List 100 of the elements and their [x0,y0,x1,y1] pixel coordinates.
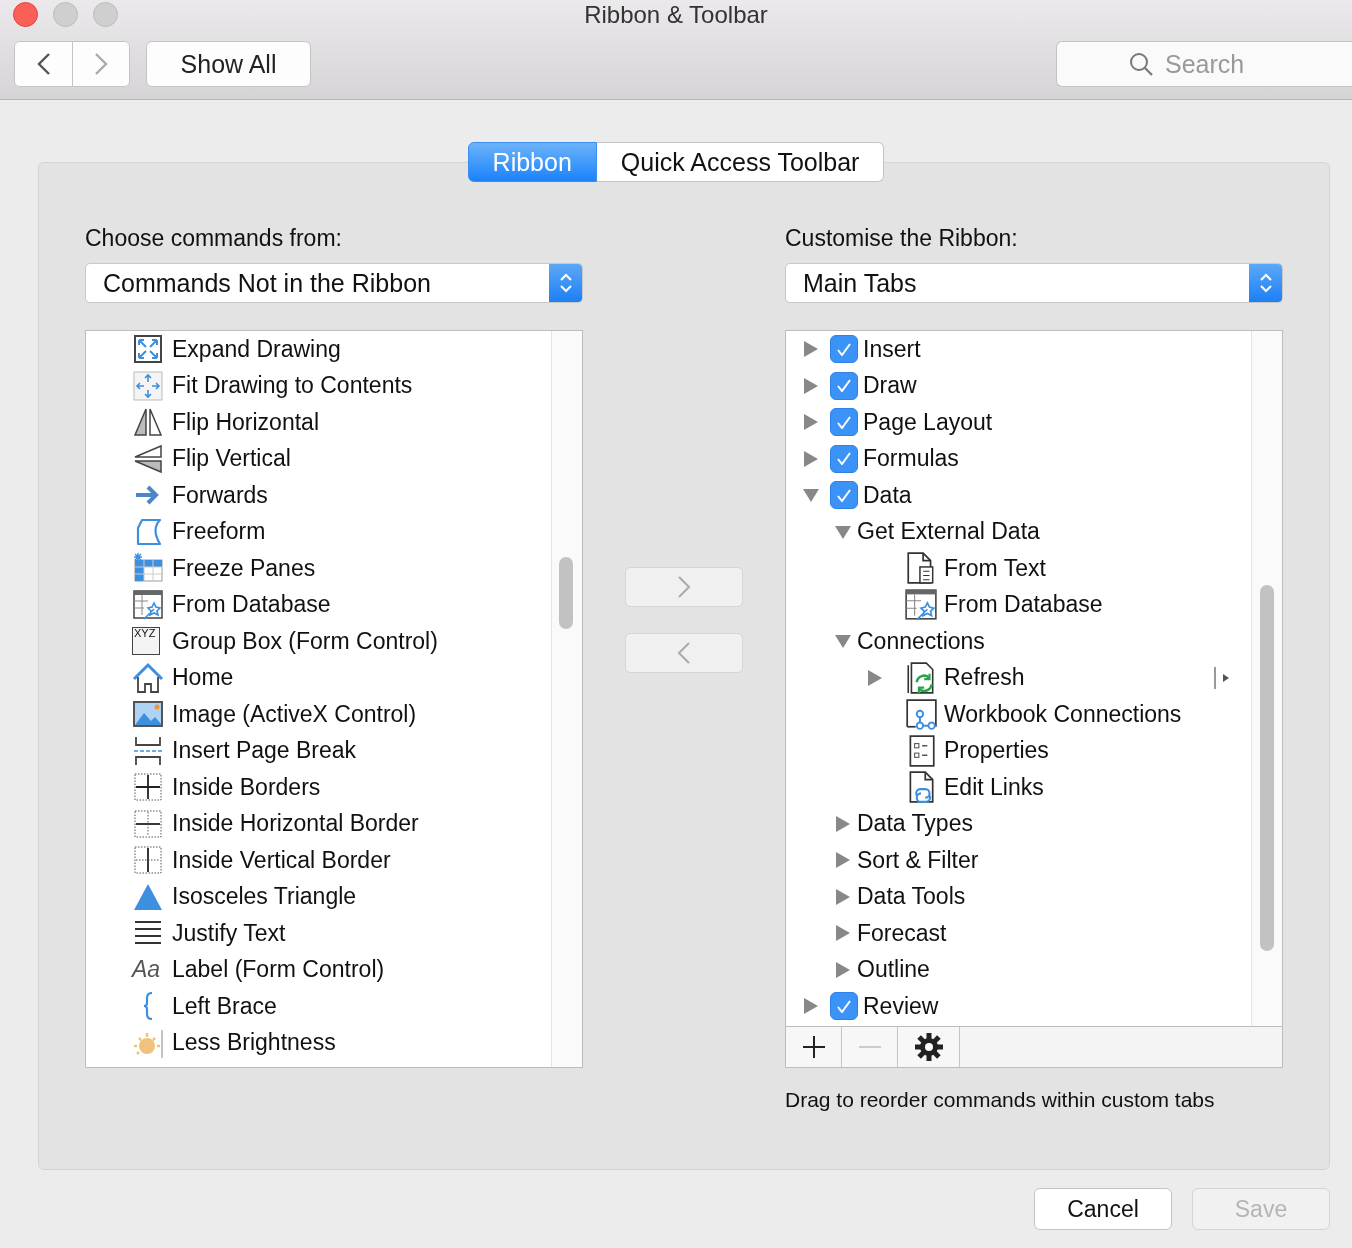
gear-icon [913,1032,944,1062]
checkbox[interactable] [830,481,858,510]
freeze-panes-icon [132,552,164,585]
checkbox[interactable] [830,444,858,473]
customise-ribbon-label: Customise the Ribbon: [785,225,1019,253]
command-item[interactable]: Justify Text [86,915,551,952]
command-item[interactable]: Less Brightness [86,1024,551,1061]
checkmark-icon [837,452,851,466]
command-item[interactable]: Left Brace [86,988,551,1025]
close-button[interactable] [13,2,38,27]
horizontal-border-icon [132,807,164,840]
tree-item[interactable]: Sort & Filter [786,842,1251,879]
tree-item[interactable]: Draw [786,367,1251,404]
commands-dropdown[interactable]: Commands Not in the Ribbon [85,263,583,303]
command-item[interactable]: Aa Label (Form Control) [86,951,551,988]
expand-arrows-icon [132,333,164,366]
tree-item[interactable]: Data Tools [786,878,1251,915]
vertical-border-icon [132,844,164,877]
command-item[interactable]: Freeze Panes [86,550,551,587]
command-item[interactable]: Inside Horizontal Border [86,805,551,842]
page-break-icon [132,734,164,767]
brace-icon [143,992,153,1021]
checkmark-icon [837,415,851,429]
checkbox[interactable] [830,992,858,1021]
tree-item[interactable]: Workbook Connections [786,696,1251,733]
command-item[interactable]: Image (ActiveX Control) [86,696,551,733]
command-item[interactable]: Fit Drawing to Contents [86,367,551,404]
scrollbar-thumb[interactable] [1260,585,1274,951]
plus-icon [800,1034,827,1060]
label-icon: Aa [132,956,161,984]
tree-item[interactable]: Review [786,988,1251,1025]
tree-item[interactable]: Get External Data [786,513,1251,550]
tree-item[interactable]: Insert [786,331,1251,368]
group-box-icon: XYZ [132,627,160,656]
commands-from-label: Choose commands from: [85,225,343,253]
checkmark-icon [837,999,851,1013]
window-title: Ribbon & Toolbar [584,0,768,30]
checkmark-icon [837,379,851,393]
command-item[interactable]: From Database [86,586,551,623]
connections-icon [904,697,938,732]
tree-item[interactable]: Outline [786,951,1251,988]
fit-arrows-icon [132,369,164,402]
disclosure-triangle-icon[interactable] [834,924,852,943]
disclosure-triangle-icon[interactable] [834,960,852,979]
tree-item[interactable]: Forecast [786,915,1251,952]
stepper-icon [549,264,582,302]
checkbox[interactable] [830,408,858,437]
inside-borders-icon [132,771,164,804]
tree-item[interactable]: Edit Links [786,769,1251,806]
disclosure-triangle-icon[interactable] [802,340,820,359]
table-wand-icon [904,587,938,622]
show-all-button[interactable]: Show All [146,41,311,87]
tree-item[interactable]: Data Types [786,805,1251,842]
left-chevron-icon [677,641,691,665]
tree-item[interactable]: From Text [786,550,1251,587]
forward-chevron-icon [94,52,108,76]
search-icon [1128,51,1154,77]
disclosure-triangle-icon[interactable] [866,668,884,687]
tree-item[interactable]: Data [786,477,1251,514]
command-item[interactable]: Forwards [86,477,551,514]
scrollbar-thumb[interactable] [559,557,573,629]
flip-horizontal-icon [132,406,164,439]
command-item[interactable]: Isosceles Triangle [86,878,551,915]
search-field[interactable]: Search [1056,41,1352,87]
command-item[interactable]: Inside Borders [86,769,551,806]
checkmark-icon [837,488,851,502]
tabs-dropdown[interactable]: Main Tabs [785,263,1283,303]
tree-item[interactable]: Refresh [786,659,1251,696]
dialog-button[interactable]: Cancel [1034,1188,1172,1230]
command-item[interactable]: Inside Vertical Border [86,842,551,879]
tree-item[interactable]: From Database [786,586,1251,623]
flip-vertical-icon [132,442,164,475]
right-chevron-icon [677,575,691,599]
disclosure-triangle-icon[interactable] [802,376,820,395]
tree-item[interactable]: Page Layout [786,404,1251,441]
disclosure-triangle-icon[interactable] [834,851,852,870]
tab[interactable]: Quick Access Toolbar [596,142,885,182]
disclosure-triangle-icon[interactable] [834,814,852,833]
stepper-icon [1249,264,1282,302]
command-item[interactable]: Insert Page Break [86,732,551,769]
command-item[interactable]: Flip Vertical [86,440,551,477]
disclosure-triangle-icon[interactable] [802,413,820,432]
disclosure-triangle-icon[interactable] [802,997,820,1016]
tree-item[interactable]: Formulas [786,440,1251,477]
home-icon [132,661,164,694]
table-wand-icon [132,588,164,621]
disclosure-triangle-icon[interactable] [834,887,852,906]
checkmark-icon [837,342,851,356]
command-item[interactable]: XYZ Group Box (Form Control) [86,623,551,660]
command-item[interactable]: Expand Drawing [86,331,551,368]
command-item[interactable]: Freeform [86,513,551,550]
hint-text: Drag to reorder commands within custom tabs [785,1088,1216,1112]
command-item[interactable]: Home [86,659,551,696]
minus-icon [857,1045,882,1049]
disclosure-triangle-icon[interactable] [802,449,820,468]
tree-item[interactable]: Connections [786,623,1251,660]
checkbox[interactable] [830,335,858,364]
checkbox[interactable] [830,371,858,400]
command-item[interactable]: Flip Horizontal [86,404,551,441]
tree-item[interactable]: Properties [786,732,1251,769]
